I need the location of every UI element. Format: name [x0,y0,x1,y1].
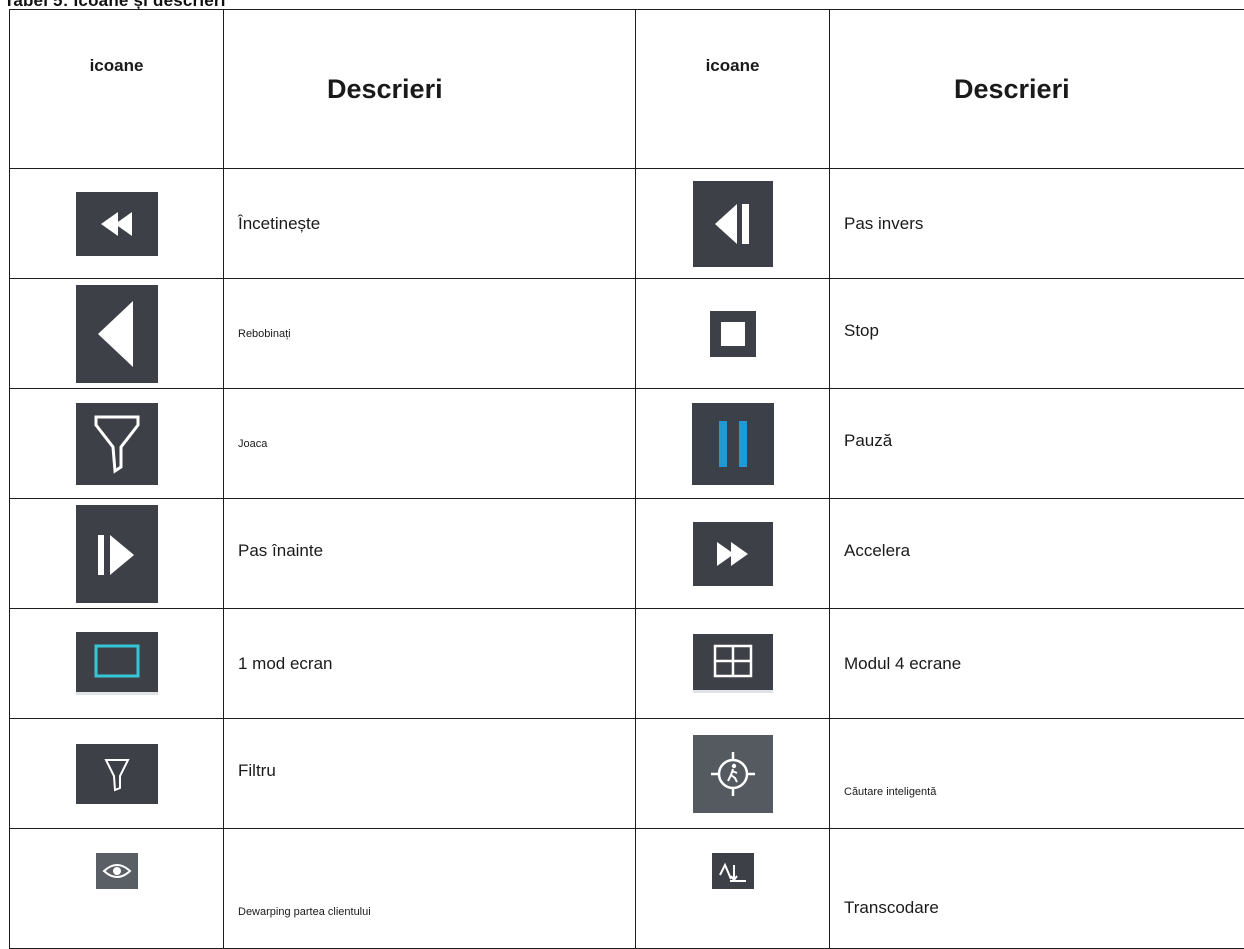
table-row: 1 mod ecran Modul 4 ecrane [10,609,1244,719]
icon-cell [10,829,224,949]
description-rewind: Rebobinați [224,279,636,389]
header-descriptions-1: Descrieri [224,10,636,169]
smart-search-icon[interactable] [693,735,773,813]
description-slow-down: Încetinește [224,169,636,279]
table-row: Rebobinați Stop [10,279,1244,389]
description-stop: Stop [830,279,1244,389]
description-fast-forward: Accelera [830,499,1244,609]
description-four-screen: Modul 4 ecrane [830,609,1244,719]
icon-cell [636,169,830,279]
icon-cell [636,389,830,499]
table-row: Dewarping partea clientului Transcodare [10,829,1244,949]
icon-cell [636,829,830,949]
reverse-step-icon[interactable] [693,181,773,267]
transcode-icon[interactable] [712,853,754,889]
fast-forward-icon[interactable] [693,522,773,586]
icon-cell [636,499,830,609]
stop-icon[interactable] [710,311,756,357]
icon-cell [636,719,830,829]
icon-cell [10,499,224,609]
description-dewarping: Dewarping partea clientului [224,829,636,949]
eye-icon[interactable] [96,853,138,889]
header-icons-1: icoane [10,10,224,169]
description-filter: Filtru [224,719,636,829]
icon-cell [636,609,830,719]
filter-icon[interactable] [76,744,158,804]
header-descriptions-2: Descrieri [830,10,1244,169]
icons-table: icoane Descrieri icoane Descrieri Înceti… [9,9,1244,949]
icon-cell [10,389,224,499]
single-screen-icon[interactable] [76,632,158,695]
icon-cell [636,279,830,389]
icon-cell [10,609,224,719]
icon-cell [10,169,224,279]
description-smart-search: Căutare inteligentă [830,719,1244,829]
description-single-screen: 1 mod ecran [224,609,636,719]
header-icons-2: icoane [636,10,830,169]
rewind-icon[interactable] [76,285,158,383]
step-forward-icon[interactable] [76,505,158,603]
funnel-icon[interactable] [76,403,158,485]
description-step-forward: Pas înainte [224,499,636,609]
table-row: Pas înainte Accelera [10,499,1244,609]
icon-cell [10,279,224,389]
four-screen-icon[interactable] [693,634,773,693]
description-play: Joaca [224,389,636,499]
table-row: Joaca Pauză [10,389,1244,499]
pause-icon[interactable] [692,403,774,485]
icon-cell [10,719,224,829]
table-header-row: icoane Descrieri icoane Descrieri [10,10,1244,169]
description-pause: Pauză [830,389,1244,499]
description-reverse-step: Pas invers [830,169,1244,279]
table-row: Filtru Căutare inteligentă [10,719,1244,829]
description-transcode: Transcodare [830,829,1244,949]
slow-down-icon[interactable] [76,192,158,256]
table-row: Încetinește Pas invers [10,169,1244,279]
